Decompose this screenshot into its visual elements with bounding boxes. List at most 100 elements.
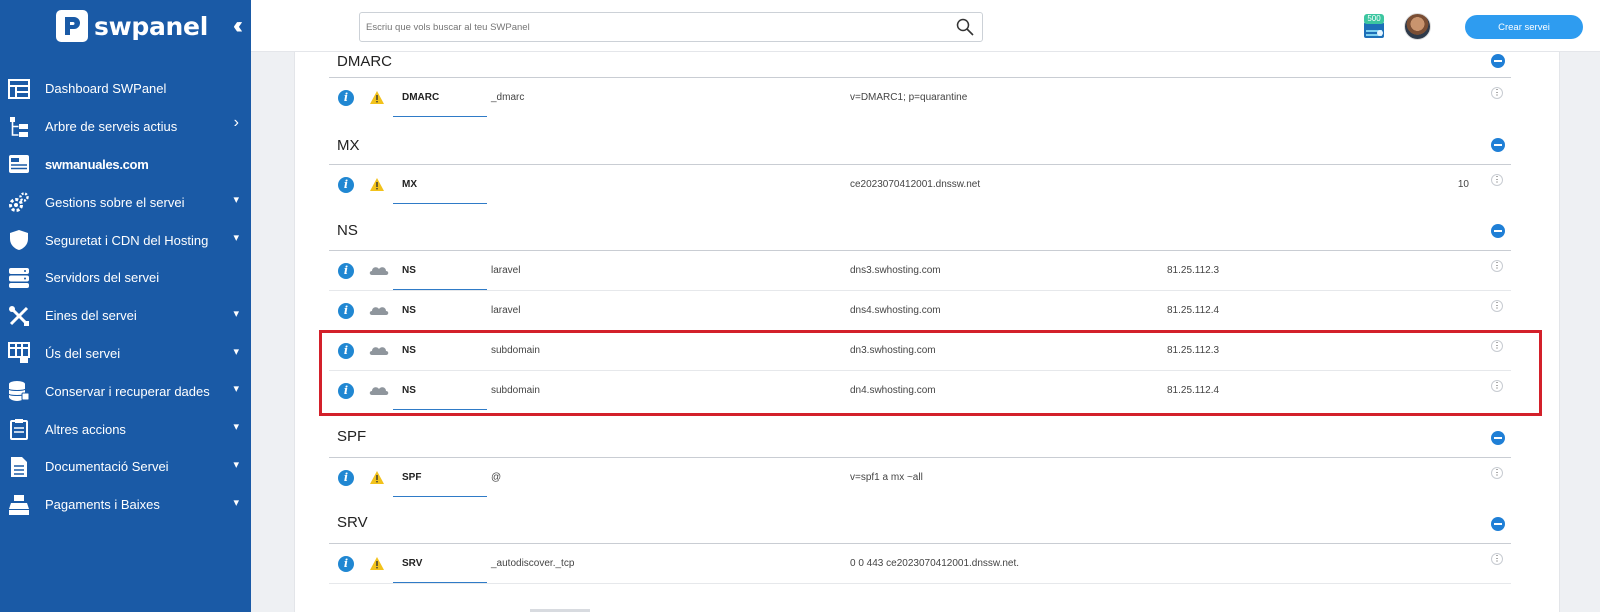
sidebar-item-service[interactable]: swmanuales.com — [0, 146, 251, 184]
record-ip: 81.25.112.4 — [1167, 305, 1220, 316]
highlight-box — [319, 330, 1542, 416]
servers-icon — [8, 267, 30, 289]
sidebar-item-label: Servidors del servei — [45, 270, 160, 286]
record-value: ce2023070412001.dnssw.net — [850, 179, 981, 190]
info-icon[interactable]: i — [338, 263, 354, 279]
balance-badge[interactable]: 500 — [1363, 13, 1385, 39]
sidebar-item-label: Documentació Servei — [45, 459, 169, 475]
brand-name: swpanel — [94, 11, 208, 41]
chevron-down-icon: ▾ — [233, 307, 239, 320]
cloud-icon — [369, 263, 389, 278]
usage-icon — [8, 342, 30, 364]
sidebar-item-docs[interactable]: Documentació Servei ▾ — [0, 448, 251, 486]
tree-icon — [8, 116, 30, 138]
info-icon[interactable]: i — [338, 556, 354, 572]
search-icon[interactable] — [956, 18, 974, 41]
topbar: 500 Crear servei — [251, 0, 1600, 52]
sidebar-item-usage[interactable]: Ús del servei ▾ — [0, 335, 251, 373]
info-icon[interactable]: i — [338, 470, 354, 486]
sidebar-item-label: Gestions sobre el servei — [45, 194, 185, 210]
sidebar-item-gestions[interactable]: Gestions sobre el servei ▾ — [0, 183, 251, 221]
record-name: _autodiscover._tcp — [491, 558, 575, 569]
logo[interactable]: swpanel ‹‹ — [0, 0, 251, 52]
row-menu-icon[interactable]: ⋮ — [1491, 300, 1503, 312]
record-type: MX — [402, 179, 417, 190]
info-icon[interactable]: i — [338, 177, 354, 193]
collapse-section-spf-button[interactable] — [1491, 431, 1505, 445]
row-menu-icon[interactable]: ⋮ — [1491, 260, 1503, 272]
sidebar-item-label: swmanuales.com — [45, 156, 149, 172]
section-title-spf: SPF — [337, 428, 367, 445]
record-name: laravel — [491, 265, 521, 276]
chevron-down-icon: ▾ — [233, 345, 239, 358]
chevron-down-icon: ▾ — [233, 383, 239, 396]
row-menu-icon[interactable]: ⋮ — [1491, 467, 1503, 479]
record-value: dns3.swhosting.com — [850, 265, 941, 276]
sidebar-item-label: Altres accions — [45, 421, 126, 437]
sidebar-item-other-actions[interactable]: Altres accions ▾ — [0, 410, 251, 448]
avatar[interactable] — [1404, 13, 1431, 40]
sidebar-item-tree[interactable]: Arbre de serveis actius › — [0, 108, 251, 146]
chevron-down-icon: ▾ — [233, 421, 239, 434]
sidebar-item-label: Eines del servei — [45, 308, 137, 324]
create-service-button[interactable]: Crear servei — [1465, 15, 1583, 39]
dashboard-icon — [8, 78, 30, 100]
sidebar-item-servers[interactable]: Servidors del servei — [0, 259, 251, 297]
warning-icon — [369, 556, 385, 571]
sidebar-item-backup[interactable]: Conservar i recuperar dades ▾ — [0, 372, 251, 410]
chevron-down-icon: ▾ — [233, 232, 239, 245]
record-value: dns4.swhosting.com — [850, 305, 941, 316]
warning-icon — [369, 470, 385, 485]
dns-record-row: i SRV _autodiscover._tcp 0 0 443 ce20230… — [329, 544, 1511, 583]
record-value: 0 0 443 ce2023070412001.dnssw.net. — [850, 558, 1020, 569]
dns-record-row: i NS laravel dns3.swhosting.com 81.25.11… — [329, 251, 1511, 290]
database-icon — [8, 380, 30, 402]
sidebar-item-label: Ús del servei — [45, 345, 121, 361]
record-type: SPF — [402, 472, 422, 483]
collapse-section-mx-button[interactable] — [1491, 138, 1505, 152]
row-menu-icon[interactable]: ⋮ — [1491, 87, 1503, 99]
search-input[interactable] — [360, 13, 920, 41]
record-type-underline — [393, 496, 487, 497]
sidebar-item-dashboard[interactable]: Dashboard SWPanel — [0, 70, 251, 108]
collapse-section-dmarc-button[interactable] — [1491, 54, 1505, 68]
collapse-section-ns-button[interactable] — [1491, 224, 1505, 238]
record-name: @ — [491, 472, 502, 483]
chevron-down-icon: ▾ — [233, 496, 239, 509]
record-priority: 10 — [1457, 179, 1469, 190]
chevron-down-icon: ▾ — [233, 194, 239, 207]
collapse-sidebar-icon[interactable]: ‹‹ — [233, 12, 243, 40]
row-menu-icon[interactable]: ⋮ — [1491, 553, 1503, 565]
sidebar-item-label: Seguretat i CDN del Hosting — [45, 232, 209, 248]
sidebar-item-label: Pagaments i Baixes — [45, 497, 160, 513]
record-value: v=DMARC1; p=quarantine — [850, 92, 968, 103]
record-type: SRV — [402, 558, 423, 569]
cloud-icon — [369, 303, 389, 318]
register-icon — [8, 494, 30, 516]
record-name: _dmarc — [491, 92, 525, 103]
record-type: NS — [402, 265, 416, 276]
record-type: DMARC — [402, 92, 440, 103]
sidebar-item-tools[interactable]: Eines del servei ▾ — [0, 297, 251, 335]
section-title-ns: NS — [337, 222, 358, 239]
collapse-section-srv-button[interactable] — [1491, 517, 1505, 531]
dns-record-row: i NS laravel dns4.swhosting.com 81.25.11… — [329, 291, 1511, 330]
record-name: laravel — [491, 305, 521, 316]
info-icon[interactable]: i — [338, 90, 354, 106]
record-type-underline — [393, 116, 487, 117]
search-box[interactable] — [359, 12, 983, 42]
sidebar-item-label: Arbre de serveis actius — [45, 119, 178, 135]
section-title-dmarc: DMARC — [337, 53, 392, 70]
warning-icon — [369, 90, 385, 105]
chevron-down-icon: ▾ — [233, 458, 239, 471]
info-icon[interactable]: i — [338, 303, 354, 319]
section-title-mx: MX — [337, 137, 360, 154]
record-value: v=spf1 a mx ~all — [850, 472, 923, 483]
dns-record-row: i MX ce2023070412001.dnssw.net 10 ⋮ — [329, 165, 1511, 204]
sidebar-item-payments[interactable]: Pagaments i Baixes ▾ — [0, 486, 251, 524]
shield-icon — [8, 229, 30, 251]
sidebar-item-security[interactable]: Seguretat i CDN del Hosting ▾ — [0, 221, 251, 259]
dns-record-row: i DMARC _dmarc v=DMARC1; p=quarantine ⋮ — [329, 78, 1511, 117]
section-title-srv: SRV — [337, 514, 368, 531]
row-menu-icon[interactable]: ⋮ — [1491, 174, 1503, 186]
